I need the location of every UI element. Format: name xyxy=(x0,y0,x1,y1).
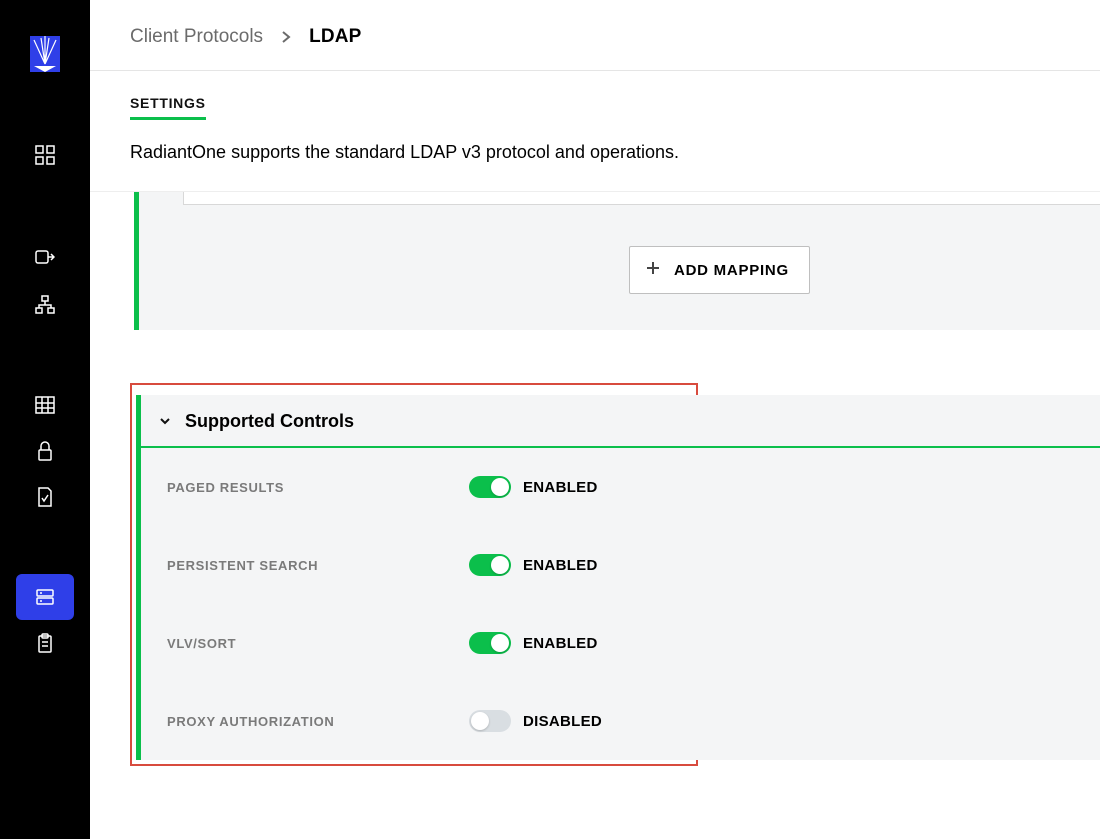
content-area: ADD MAPPING Supported Controls PAGED RES… xyxy=(90,191,1100,839)
toggle-proxy-authorization[interactable] xyxy=(469,710,511,732)
nav-mapping[interactable] xyxy=(16,236,74,282)
control-row-proxy-authorization: PROXY AUTHORIZATION DISABLED xyxy=(141,682,1100,760)
main-content: Client Protocols LDAP SETTINGS RadiantOn… xyxy=(90,0,1100,839)
control-label: VLV/SORT xyxy=(167,636,469,651)
panel-header[interactable]: Supported Controls xyxy=(141,395,1100,448)
nav-clipboard[interactable] xyxy=(16,620,74,666)
toggle-persistent-search[interactable] xyxy=(469,554,511,576)
add-mapping-label: ADD MAPPING xyxy=(674,262,789,279)
mapping-panel-partial: ADD MAPPING xyxy=(134,192,1100,330)
nav-server-active[interactable] xyxy=(16,574,74,620)
toggle-status: DISABLED xyxy=(523,713,602,730)
toggle-status: ENABLED xyxy=(523,635,598,652)
chevron-right-icon xyxy=(281,30,291,44)
supported-controls-panel: Supported Controls PAGED RESULTS ENABLED… xyxy=(136,395,1100,760)
app-logo xyxy=(30,36,60,72)
toggle-status: ENABLED xyxy=(523,479,598,496)
add-mapping-button[interactable]: ADD MAPPING xyxy=(629,246,810,294)
breadcrumb: Client Protocols LDAP xyxy=(90,0,1100,71)
control-row-vlv-sort: VLV/SORT ENABLED xyxy=(141,604,1100,682)
nav-security[interactable] xyxy=(16,428,74,474)
page-description: RadiantOne supports the standard LDAP v3… xyxy=(90,128,1100,191)
toggle-vlv-sort[interactable] xyxy=(469,632,511,654)
nav-table[interactable] xyxy=(16,382,74,428)
control-row-paged-results: PAGED RESULTS ENABLED xyxy=(141,448,1100,526)
sidebar-nav xyxy=(0,0,90,839)
plus-icon xyxy=(646,261,660,279)
tabs-bar: SETTINGS xyxy=(90,71,1100,128)
control-label: PAGED RESULTS xyxy=(167,480,469,495)
nav-hierarchy[interactable] xyxy=(16,282,74,328)
highlight-annotation: Supported Controls PAGED RESULTS ENABLED… xyxy=(130,383,698,766)
nav-dashboard[interactable] xyxy=(16,132,74,178)
toggle-paged-results[interactable] xyxy=(469,476,511,498)
tab-settings[interactable]: SETTINGS xyxy=(130,95,206,120)
control-label: PERSISTENT SEARCH xyxy=(167,558,469,573)
toggle-status: ENABLED xyxy=(523,557,598,574)
nav-document-check[interactable] xyxy=(16,474,74,520)
breadcrumb-current: LDAP xyxy=(309,26,361,48)
control-label: PROXY AUTHORIZATION xyxy=(167,714,469,729)
chevron-down-icon xyxy=(159,413,171,431)
panel-inner-border xyxy=(183,192,1100,205)
breadcrumb-parent[interactable]: Client Protocols xyxy=(130,26,263,48)
control-row-persistent-search: PERSISTENT SEARCH ENABLED xyxy=(141,526,1100,604)
panel-title: Supported Controls xyxy=(185,411,354,432)
